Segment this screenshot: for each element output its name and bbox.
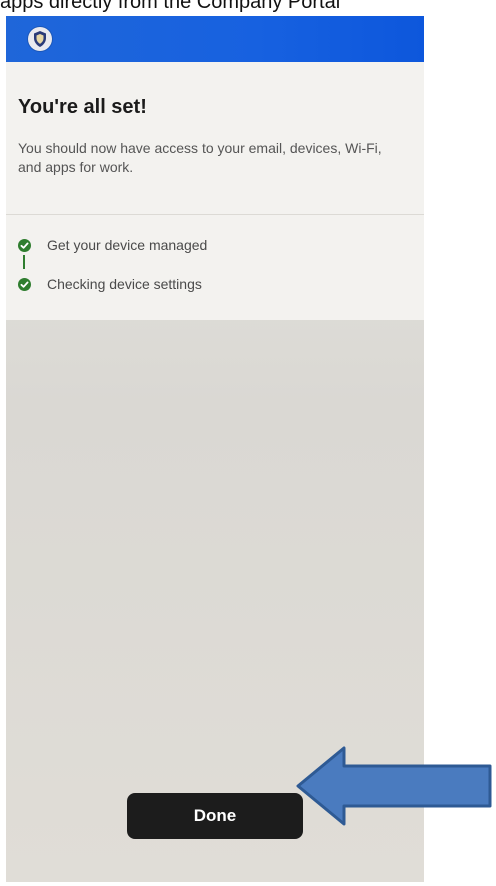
step-connector: [23, 255, 25, 269]
divider: [6, 214, 424, 215]
step-label: Checking device settings: [47, 276, 202, 292]
page-title: You're all set!: [18, 96, 147, 118]
page-subtitle: You should now have access to your email…: [18, 140, 382, 175]
document-caption: apps directly from the Company Portal: [0, 0, 341, 13]
done-button[interactable]: Done: [127, 793, 303, 839]
app-header-bar: [6, 16, 424, 62]
left-arrow-icon: [296, 746, 492, 826]
screenshot-page: apps directly from the Company Portal Yo…: [0, 0, 496, 886]
shield-icon: [28, 27, 52, 51]
check-circle-icon: [18, 278, 31, 291]
check-circle-icon: [18, 239, 31, 252]
step-label: Get your device managed: [47, 237, 208, 253]
